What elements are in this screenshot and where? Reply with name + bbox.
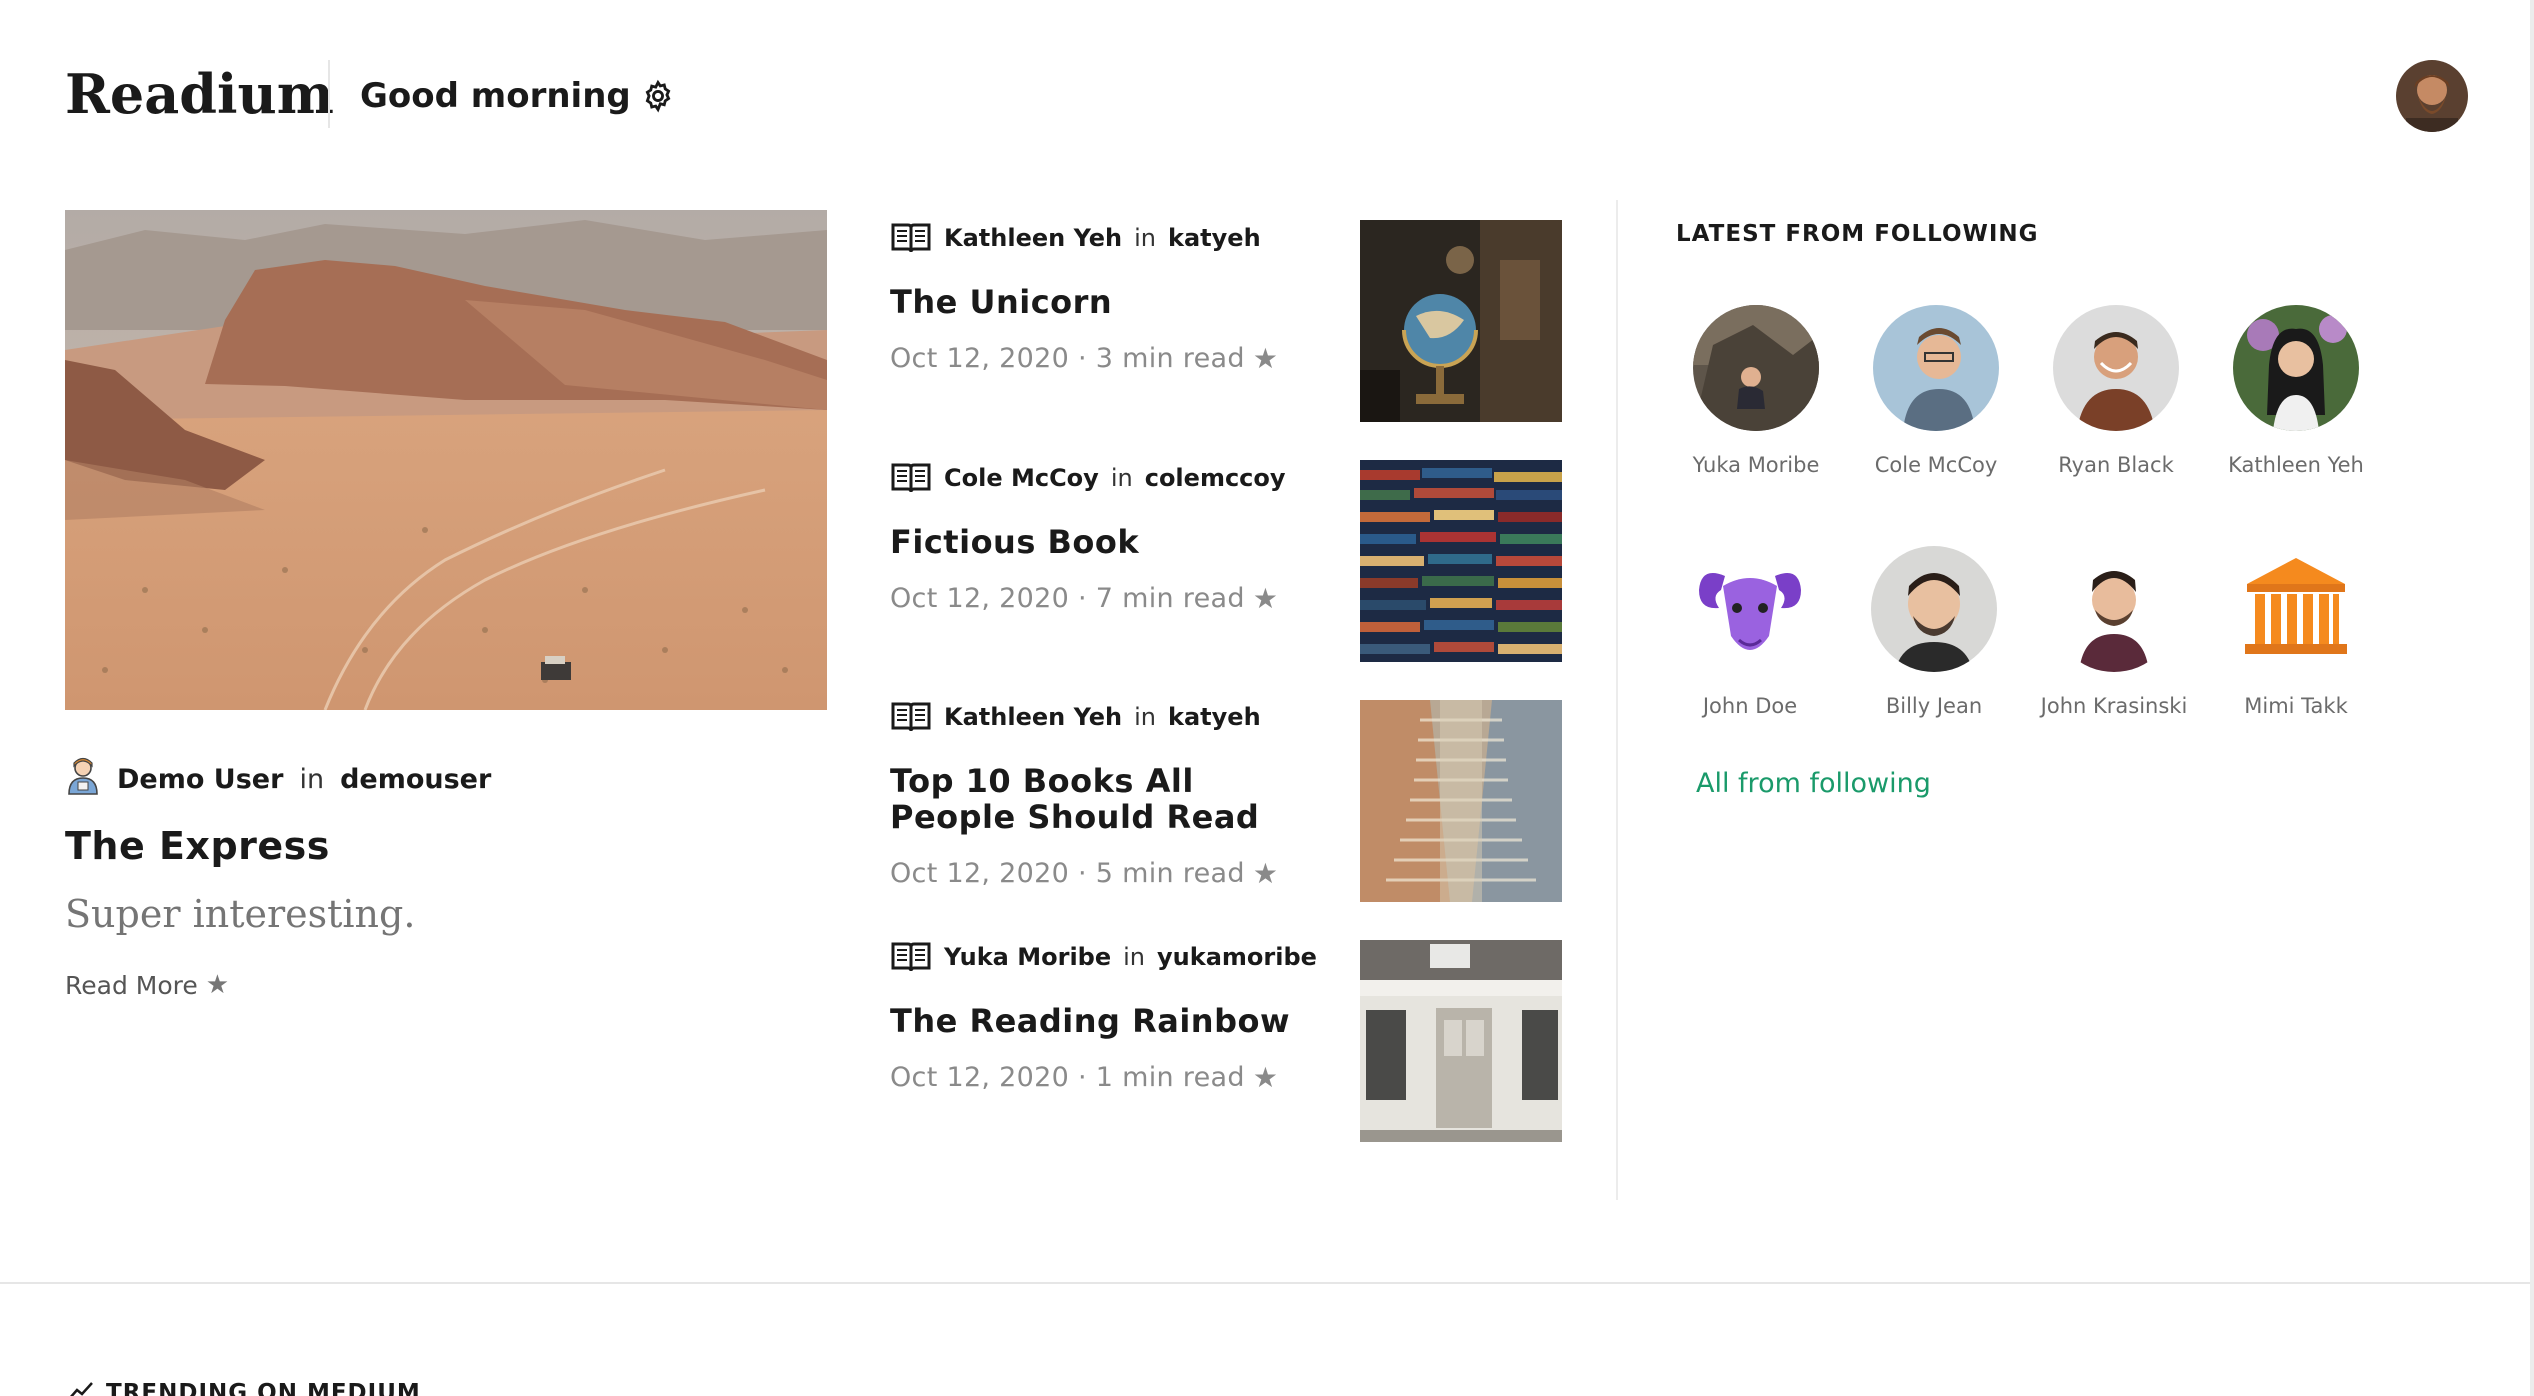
star-icon[interactable]: ★: [1253, 582, 1278, 615]
story-in: in: [1134, 703, 1157, 731]
story-in: in: [1110, 464, 1133, 492]
story-author[interactable]: Cole McCoy: [944, 464, 1099, 492]
following-person[interactable]: John Doe: [1660, 546, 1840, 718]
avatar[interactable]: [2233, 305, 2359, 431]
trending-icon: [68, 1380, 94, 1396]
read-more-button[interactable]: Read More ★: [65, 970, 229, 1000]
following-name: Cole McCoy: [1874, 453, 1998, 477]
following-person[interactable]: Billy Jean: [1844, 546, 2024, 718]
following-person[interactable]: Cole McCoy: [1846, 305, 2026, 477]
story-thumbnail[interactable]: [1360, 460, 1562, 662]
story-publication[interactable]: colemccoy: [1145, 464, 1286, 492]
story-thumbnail[interactable]: [1360, 940, 1562, 1142]
following-name: Mimi Takk: [2244, 694, 2348, 718]
story-in: in: [1123, 943, 1146, 971]
following-heading: LATEST FROM FOLLOWING: [1676, 221, 2039, 247]
story-title[interactable]: The Reading Rainbow: [890, 1003, 1310, 1039]
story-publication[interactable]: katyeh: [1168, 224, 1261, 252]
star-icon[interactable]: ★: [1253, 342, 1278, 375]
trending-label: TRENDING ON MEDIUM: [106, 1380, 421, 1396]
star-icon[interactable]: ★: [1253, 1061, 1278, 1094]
story-date-text: Oct 12, 2020 · 7 min read: [890, 583, 1245, 614]
story-date-text: Oct 12, 2020 · 5 min read: [890, 858, 1245, 889]
featured-subtitle: Super interesting.: [65, 892, 416, 936]
greeting: Good morning: [360, 76, 675, 116]
book-icon: [890, 940, 932, 974]
book-icon: [890, 221, 932, 255]
all-from-following-link[interactable]: All from following: [1696, 768, 1931, 799]
following-person[interactable]: Mimi Takk: [2206, 546, 2386, 718]
story-author[interactable]: Yuka Moribe: [944, 943, 1111, 971]
avatar[interactable]: [2053, 305, 2179, 431]
column-divider: [1616, 200, 1618, 1200]
following-name: Yuka Moribe: [1692, 453, 1820, 477]
story-publication[interactable]: katyeh: [1168, 703, 1261, 731]
ram-icon[interactable]: [1687, 546, 1813, 672]
featured-author[interactable]: Demo User: [117, 764, 283, 795]
following-name: Kathleen Yeh: [2228, 453, 2364, 477]
app-logo[interactable]: Readium: [65, 62, 334, 126]
story-publication[interactable]: yukamoribe: [1157, 943, 1317, 971]
following-person[interactable]: John Krasinski: [2024, 546, 2204, 718]
featured-title[interactable]: The Express: [65, 824, 330, 868]
avatar[interactable]: [2051, 546, 2177, 672]
story-title[interactable]: Fictious Book: [890, 524, 1310, 560]
gear-icon[interactable]: [641, 79, 675, 113]
following-name: John Doe: [1702, 694, 1798, 718]
story-thumbnail[interactable]: [1360, 220, 1562, 422]
story-in: in: [1134, 224, 1157, 252]
header-divider: [328, 60, 330, 128]
following-person[interactable]: Ryan Black: [2026, 305, 2206, 477]
bank-icon[interactable]: [2233, 546, 2359, 672]
featured-image[interactable]: [65, 210, 827, 710]
user-avatar[interactable]: [2396, 60, 2468, 132]
section-divider: [0, 1282, 2530, 1284]
book-icon: [890, 461, 932, 495]
read-more-label: Read More: [65, 970, 198, 1000]
greeting-text: Good morning: [360, 76, 631, 116]
trending-heading: TRENDING ON MEDIUM: [68, 1380, 421, 1396]
story-date-text: Oct 12, 2020 · 3 min read: [890, 343, 1245, 374]
star-icon[interactable]: ★: [1253, 857, 1278, 890]
story-author[interactable]: Kathleen Yeh: [944, 224, 1122, 252]
star-icon[interactable]: ★: [206, 970, 229, 1000]
following-person[interactable]: Kathleen Yeh: [2206, 305, 2386, 477]
story-thumbnail[interactable]: [1360, 700, 1562, 902]
featured-publication[interactable]: demouser: [340, 764, 491, 795]
avatar[interactable]: [1693, 305, 1819, 431]
following-person[interactable]: Yuka Moribe: [1666, 305, 1846, 477]
following-name: John Krasinski: [2040, 694, 2188, 718]
story-date-text: Oct 12, 2020 · 1 min read: [890, 1062, 1245, 1093]
featured-in: in: [299, 764, 325, 795]
following-name: Ryan Black: [2058, 453, 2174, 477]
avatar[interactable]: [1873, 305, 1999, 431]
user-icon: [65, 756, 101, 803]
book-icon: [890, 700, 932, 734]
story-title[interactable]: The Unicorn: [890, 284, 1310, 320]
page-edge: [2530, 0, 2534, 1396]
following-name: Billy Jean: [1885, 694, 1983, 718]
featured-meta: Demo User in demouser: [65, 756, 491, 803]
story-author[interactable]: Kathleen Yeh: [944, 703, 1122, 731]
story-title[interactable]: Top 10 Books All People Should Read: [890, 763, 1310, 835]
avatar[interactable]: [1871, 546, 1997, 672]
